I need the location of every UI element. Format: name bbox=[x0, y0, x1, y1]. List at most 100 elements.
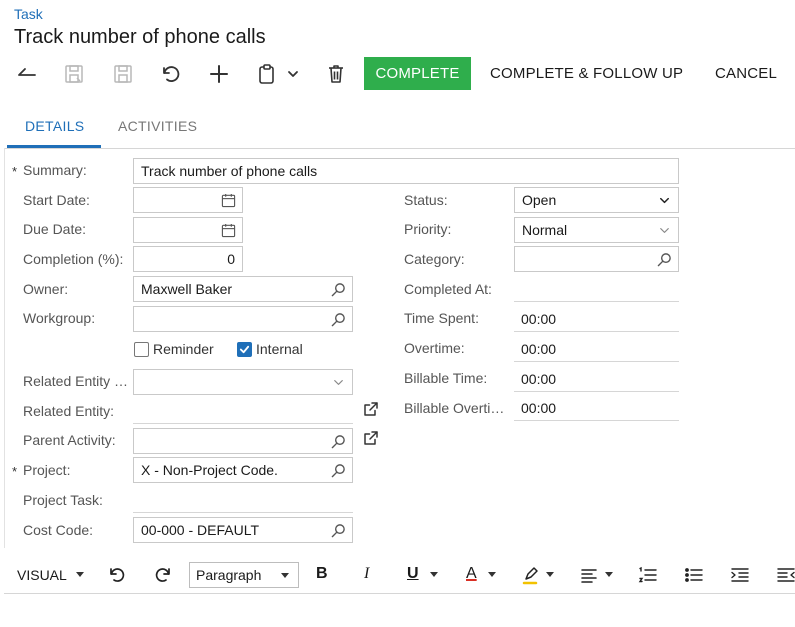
billable-overtime-label: Billable Overti… bbox=[404, 400, 505, 416]
parent-activity-label: Parent Activity: bbox=[23, 432, 116, 448]
priority-value: Normal bbox=[522, 222, 568, 238]
search-icon[interactable] bbox=[657, 252, 672, 267]
workgroup-input[interactable] bbox=[133, 306, 353, 332]
project-input[interactable]: X - Non-Project Code. bbox=[133, 457, 353, 483]
copy-paste-icon[interactable] bbox=[255, 62, 279, 86]
external-link-icon[interactable] bbox=[363, 401, 379, 417]
start-date-input[interactable] bbox=[133, 187, 243, 213]
chevron-down-icon[interactable] bbox=[285, 62, 301, 86]
complete-button[interactable]: COMPLETE bbox=[364, 57, 471, 90]
search-icon[interactable] bbox=[331, 282, 346, 297]
cost-code-value: 00-000 - DEFAULT bbox=[141, 522, 260, 538]
tab-panel-border bbox=[4, 148, 795, 149]
chevron-down-icon[interactable] bbox=[331, 375, 346, 390]
time-spent-field: 00:00 bbox=[514, 306, 679, 332]
category-label: Category: bbox=[404, 251, 465, 267]
project-value: X - Non-Project Code. bbox=[141, 462, 278, 478]
delete-icon[interactable] bbox=[324, 62, 348, 86]
related-entity-type-label: Related Entity … bbox=[23, 373, 129, 389]
overtime-value: 00:00 bbox=[521, 341, 557, 357]
back-arrow-icon[interactable] bbox=[15, 62, 39, 86]
internal-checkbox[interactable] bbox=[237, 342, 252, 357]
related-entity-type-select[interactable] bbox=[133, 369, 353, 395]
priority-select[interactable]: Normal bbox=[514, 217, 679, 243]
search-icon[interactable] bbox=[331, 312, 346, 327]
cancel-button[interactable]: CANCEL bbox=[715, 65, 777, 82]
completion-label: Completion (%): bbox=[23, 251, 124, 267]
due-date-label: Due Date: bbox=[23, 221, 87, 237]
summary-input[interactable]: Track number of phone calls bbox=[133, 158, 679, 184]
tab-details[interactable]: DETAILS bbox=[25, 118, 84, 134]
category-input[interactable] bbox=[514, 246, 679, 272]
editor-undo-icon[interactable] bbox=[107, 565, 127, 585]
italic-button[interactable]: I bbox=[364, 565, 369, 583]
add-icon[interactable] bbox=[207, 62, 231, 86]
calendar-icon[interactable] bbox=[221, 193, 236, 208]
workgroup-label: Workgroup: bbox=[23, 310, 96, 326]
undo-icon[interactable] bbox=[159, 62, 183, 86]
related-entity-value bbox=[133, 398, 353, 424]
chevron-down-icon[interactable] bbox=[657, 193, 672, 208]
cost-code-label: Cost Code: bbox=[23, 522, 94, 538]
indent-icon[interactable] bbox=[730, 565, 750, 585]
bold-button[interactable]: B bbox=[316, 565, 328, 583]
owner-label: Owner: bbox=[23, 281, 69, 297]
parent-activity-input[interactable] bbox=[133, 428, 353, 454]
owner-value: Maxwell Baker bbox=[141, 281, 233, 297]
page-title: Track number of phone calls bbox=[14, 26, 266, 48]
search-icon[interactable] bbox=[331, 523, 346, 538]
status-value: Open bbox=[522, 192, 557, 208]
status-label: Status: bbox=[404, 192, 448, 208]
project-label: Project: bbox=[23, 462, 71, 478]
internal-label[interactable]: Internal bbox=[256, 341, 303, 357]
completion-input[interactable]: 0 bbox=[133, 246, 243, 272]
panel-left-border bbox=[4, 148, 5, 548]
search-icon[interactable] bbox=[331, 463, 346, 478]
calendar-icon[interactable] bbox=[221, 223, 236, 238]
paragraph-format-select[interactable]: Paragraph bbox=[189, 562, 299, 588]
billable-time-value: 00:00 bbox=[521, 371, 557, 387]
owner-input[interactable]: Maxwell Baker bbox=[133, 276, 353, 302]
save-close-icon[interactable] bbox=[62, 62, 86, 86]
outdent-icon[interactable] bbox=[776, 565, 795, 585]
font-color-button[interactable]: A bbox=[466, 565, 477, 583]
reminder-checkbox[interactable] bbox=[134, 342, 149, 357]
billable-time-label: Billable Time: bbox=[404, 370, 488, 386]
completed-at-value bbox=[514, 276, 679, 302]
due-date-input[interactable] bbox=[133, 217, 243, 243]
paragraph-format-value: Paragraph bbox=[196, 567, 262, 583]
breadcrumb-task[interactable]: Task bbox=[14, 6, 43, 22]
billable-time-field: 00:00 bbox=[514, 366, 679, 392]
reminder-label[interactable]: Reminder bbox=[153, 341, 214, 357]
external-link-icon[interactable] bbox=[363, 430, 379, 446]
underline-button[interactable]: U bbox=[407, 565, 419, 583]
align-left-icon[interactable] bbox=[580, 565, 600, 585]
start-date-label: Start Date: bbox=[23, 192, 90, 208]
tab-activities[interactable]: ACTIVITIES bbox=[118, 118, 197, 134]
numbered-list-icon[interactable] bbox=[638, 565, 658, 585]
required-marker: * bbox=[12, 164, 18, 179]
time-spent-value: 00:00 bbox=[521, 311, 557, 327]
editor-mode-dropdown[interactable]: VISUAL bbox=[17, 567, 67, 583]
status-select[interactable]: Open bbox=[514, 187, 679, 213]
chevron-down-icon[interactable] bbox=[657, 223, 672, 238]
related-entity-label: Related Entity: bbox=[23, 403, 115, 419]
editor-mode-caret-icon[interactable] bbox=[76, 572, 84, 577]
underline-caret-icon[interactable] bbox=[430, 572, 438, 577]
highlight-caret-icon[interactable] bbox=[546, 572, 554, 577]
time-spent-label: Time Spent: bbox=[404, 310, 479, 326]
project-task-label: Project Task: bbox=[23, 492, 103, 508]
align-caret-icon[interactable] bbox=[605, 572, 613, 577]
bullet-list-icon[interactable] bbox=[684, 565, 704, 585]
save-icon[interactable] bbox=[111, 62, 135, 86]
summary-label: Summary: bbox=[23, 162, 87, 178]
overtime-label: Overtime: bbox=[404, 340, 465, 356]
complete-follow-up-button[interactable]: COMPLETE & FOLLOW UP bbox=[490, 65, 683, 82]
editor-redo-icon[interactable] bbox=[153, 565, 173, 585]
billable-overtime-value: 00:00 bbox=[521, 400, 557, 416]
cost-code-input[interactable]: 00-000 - DEFAULT bbox=[133, 517, 353, 543]
font-color-caret-icon[interactable] bbox=[488, 572, 496, 577]
highlight-pen-icon[interactable] bbox=[521, 565, 541, 585]
search-icon[interactable] bbox=[331, 434, 346, 449]
priority-label: Priority: bbox=[404, 221, 452, 237]
